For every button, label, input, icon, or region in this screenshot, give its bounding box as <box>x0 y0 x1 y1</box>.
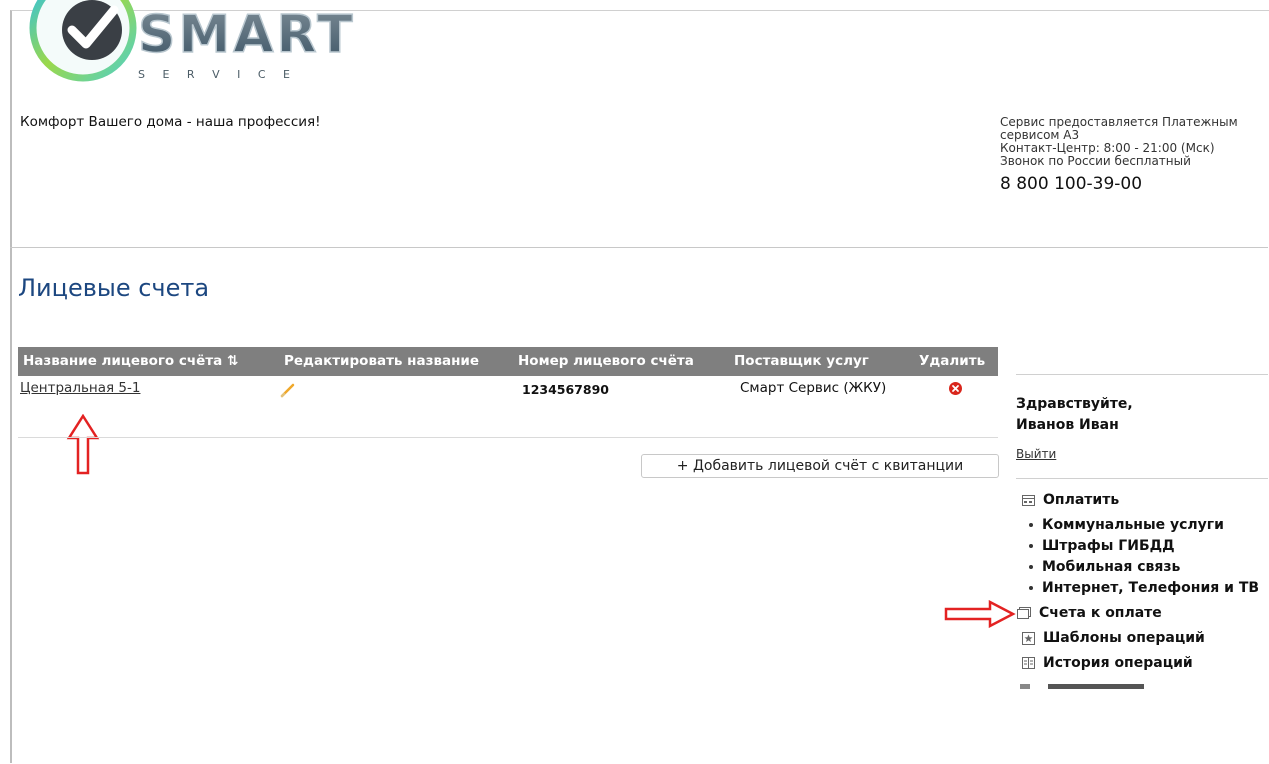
service-provider-text: Сервис предоставляется Платежным сервисо… <box>1000 115 1238 142</box>
menu-item-bills[interactable]: Счета к оплате <box>1017 605 1162 621</box>
tagline: Комфорт Вашего дома - наша профессия! <box>20 114 321 130</box>
brand-name: SMART <box>138 5 356 65</box>
column-header-edit-name: Редактировать название <box>284 353 480 369</box>
add-account-from-receipt-button[interactable]: + Добавить лицевой счёт с квитанции <box>641 454 999 478</box>
history-icon <box>1022 657 1035 669</box>
column-header-account-name[interactable]: Название лицевого счёта ⇅ <box>23 353 238 369</box>
provider-name: Смарт Сервис (ЖКУ) <box>740 380 887 396</box>
edit-pencil-icon[interactable] <box>280 382 296 398</box>
bullet <box>1029 586 1033 590</box>
menu-item-templates-label: Шаблоны операций <box>1043 630 1205 646</box>
menu-item-cut-off <box>1016 682 1166 690</box>
menu-item-internet-tv-label: Интернет, Телефония и ТВ <box>1042 580 1260 596</box>
header-divider <box>10 247 1268 248</box>
column-header-provider: Поставщик услуг <box>734 353 869 369</box>
menu-item-mobile-label: Мобильная связь <box>1042 559 1181 575</box>
menu-item-bills-label: Счета к оплате <box>1039 605 1162 621</box>
column-header-account-number: Номер лицевого счёта <box>518 353 694 369</box>
menu-item-history-label: История операций <box>1043 655 1193 671</box>
column-header-delete: Удалить <box>919 353 986 369</box>
annotation-arrow-up <box>66 414 100 475</box>
annotation-arrow-right <box>944 600 1016 628</box>
service-info: Сервис предоставляется Платежным сервисо… <box>1000 115 1265 195</box>
sidebar-divider-top <box>1016 374 1268 375</box>
accounts-table: Название лицевого счёта ⇅ Редактировать … <box>18 347 998 400</box>
user-name: Иванов Иван <box>1016 417 1119 433</box>
logout-link[interactable]: Выйти <box>1016 447 1056 461</box>
phone-number: 8 800 100-39-00 <box>1000 174 1143 194</box>
delete-icon[interactable] <box>949 382 962 395</box>
card-icon <box>1022 494 1035 506</box>
user-greeting: Здравствуйте, Иванов Иван <box>1016 394 1133 436</box>
free-call-note: Звонок по России бесплатный <box>1000 154 1191 168</box>
menu-item-utilities[interactable]: Коммунальные услуги <box>1029 517 1224 533</box>
account-name-link[interactable]: Центральная 5-1 <box>20 380 140 396</box>
bullet <box>1029 523 1033 527</box>
star-icon <box>1022 631 1035 645</box>
sidebar-divider-bottom <box>1016 478 1268 479</box>
bullet <box>1029 544 1033 548</box>
page-title: Лицевые счета <box>18 274 210 302</box>
bullet <box>1029 565 1033 569</box>
menu-item-history[interactable]: История операций <box>1022 655 1193 671</box>
menu-item-mobile[interactable]: Мобильная связь <box>1029 559 1180 575</box>
menu-item-traffic-fines-label: Штрафы ГИБДД <box>1042 538 1175 554</box>
menu-item-utilities-label: Коммунальные услуги <box>1042 517 1224 533</box>
menu-item-internet-tv[interactable]: Интернет, Телефония и ТВ <box>1029 580 1259 596</box>
table-row: Центральная 5-1 1234567890 Смарт Сервис … <box>18 376 998 400</box>
greeting-text: Здравствуйте, <box>1016 396 1133 412</box>
brand-subtitle: S E R V I C E <box>138 68 297 81</box>
table-header: Название лицевого счёта ⇅ Редактировать … <box>18 347 998 376</box>
account-number: 1234567890 <box>522 382 609 397</box>
menu-item-traffic-fines[interactable]: Штрафы ГИБДД <box>1029 538 1175 554</box>
checkmark-logo-icon <box>29 0 137 82</box>
table-bottom-divider <box>18 437 998 438</box>
bills-icon <box>1017 607 1031 619</box>
menu-item-pay-label: Оплатить <box>1043 492 1120 508</box>
menu-item-templates[interactable]: Шаблоны операций <box>1022 630 1205 646</box>
smart-service-logo: SMART S E R V I C E <box>29 0 356 82</box>
menu-item-pay[interactable]: Оплатить <box>1022 492 1119 508</box>
